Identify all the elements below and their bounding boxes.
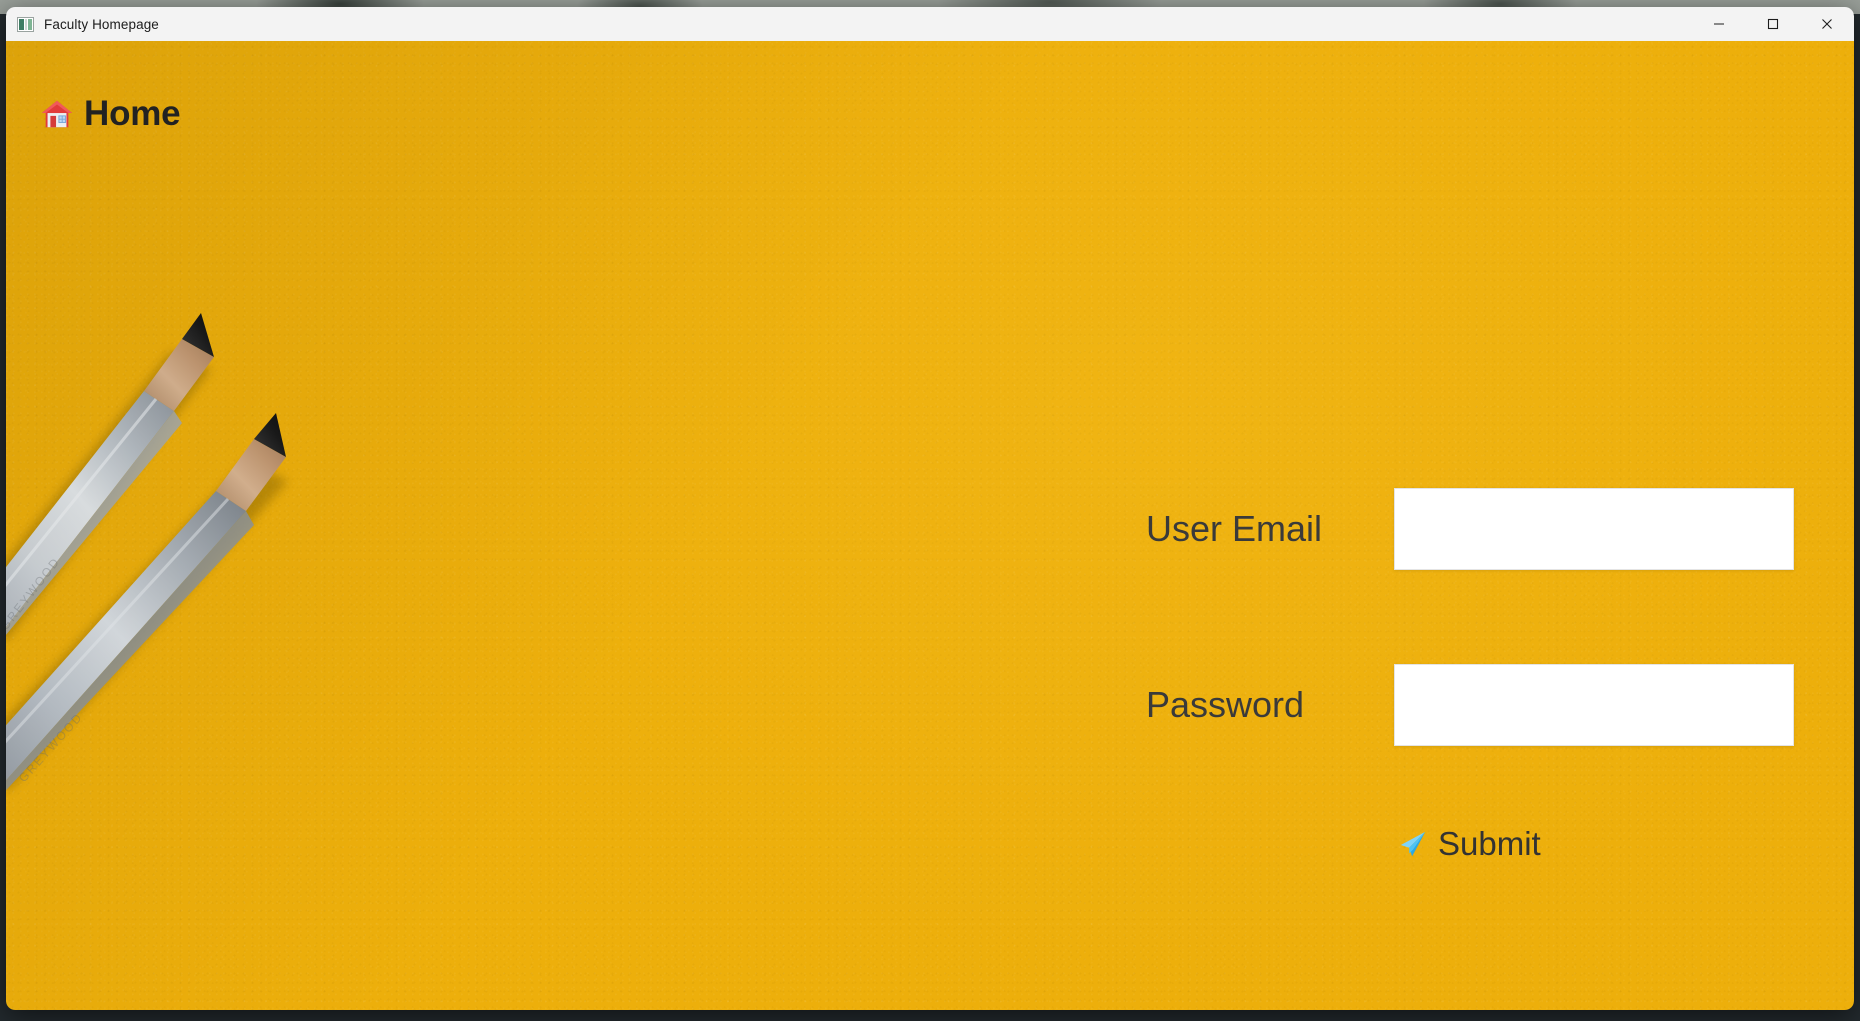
page-content: GREYWOOD GREYWOOD Home User Email Passwo… bbox=[6, 41, 1854, 1010]
minimize-icon[interactable] bbox=[1692, 7, 1746, 41]
user-email-input[interactable] bbox=[1394, 488, 1794, 570]
password-input[interactable] bbox=[1394, 664, 1794, 746]
window-titlebar[interactable]: Faculty Homepage bbox=[6, 7, 1854, 41]
password-label: Password bbox=[1146, 684, 1305, 725]
page-header: Home bbox=[40, 94, 181, 133]
submit-button[interactable]: Submit bbox=[1394, 825, 1545, 862]
submit-label: Submit bbox=[1438, 825, 1541, 862]
close-icon[interactable] bbox=[1800, 7, 1854, 41]
app-window-icon bbox=[17, 16, 34, 32]
page-title: Home bbox=[84, 94, 181, 133]
house-icon bbox=[41, 100, 73, 127]
login-form: User Email Password Submit bbox=[1146, 481, 1826, 862]
paper-plane-icon bbox=[1400, 831, 1426, 856]
user-email-row: User Email bbox=[1146, 481, 1826, 577]
application-window: Faculty Homepage GREYWOOD GREYWOOD Home … bbox=[6, 7, 1854, 1010]
window-title: Faculty Homepage bbox=[44, 16, 159, 32]
password-row: Password bbox=[1146, 657, 1826, 753]
user-email-label: User Email bbox=[1146, 508, 1323, 549]
maximize-icon[interactable] bbox=[1746, 7, 1800, 41]
window-controls bbox=[1692, 7, 1854, 41]
pencils-photo: GREYWOOD GREYWOOD bbox=[6, 313, 288, 791]
svg-text:GREYWOOD: GREYWOOD bbox=[6, 554, 63, 632]
svg-text:GREYWOOD: GREYWOOD bbox=[16, 710, 86, 785]
